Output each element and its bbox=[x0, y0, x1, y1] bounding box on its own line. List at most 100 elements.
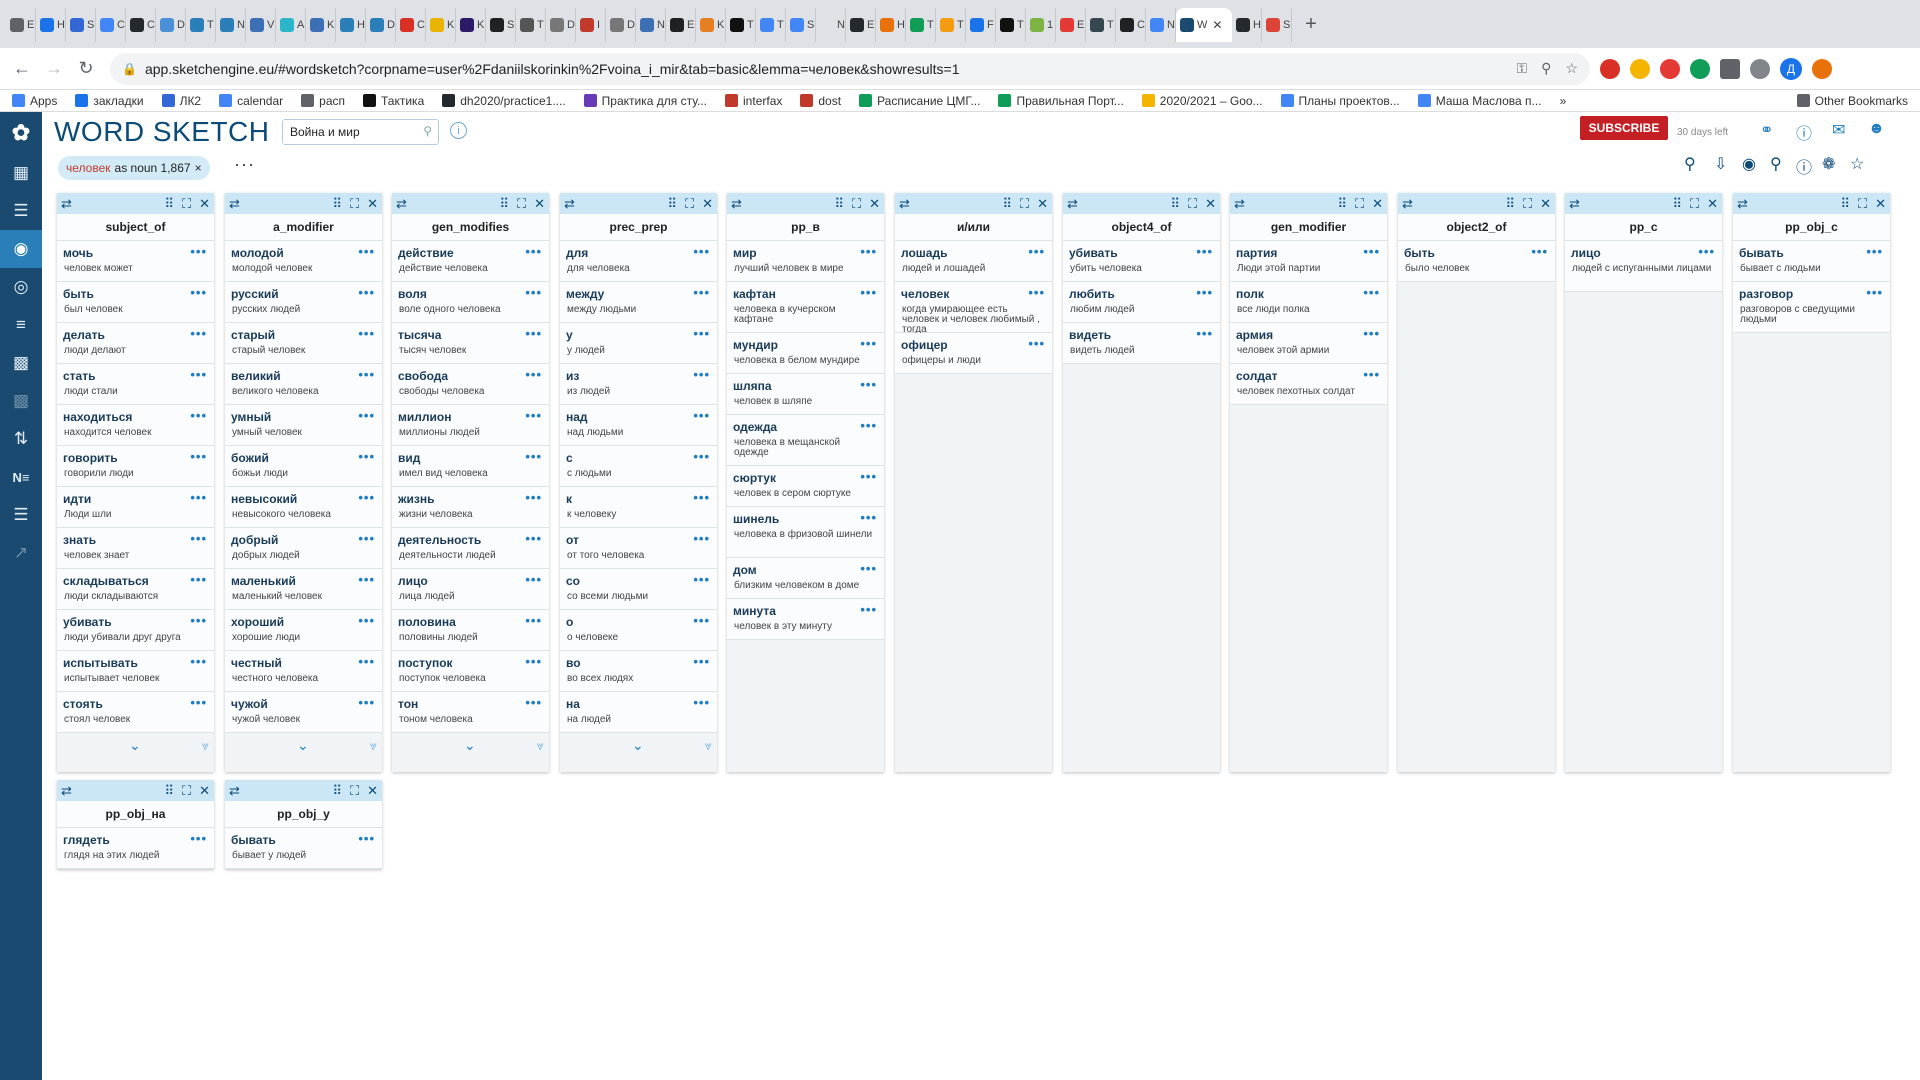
bookmark-item[interactable]: calendar bbox=[219, 94, 283, 108]
collocation-row[interactable]: невысокий невысокого человека ••• bbox=[225, 487, 382, 528]
row-menu-icon[interactable]: ••• bbox=[190, 695, 207, 710]
collocation-row[interactable]: испытывать испытывает человек ••• bbox=[57, 651, 214, 692]
swap-icon[interactable]: ⇄ bbox=[899, 196, 994, 212]
more-options-button[interactable]: ··· bbox=[234, 154, 255, 175]
collocate-word[interactable]: молодой bbox=[231, 246, 375, 260]
collocate-word[interactable]: свобода bbox=[398, 369, 542, 383]
collocate-word[interactable]: лицо bbox=[1571, 246, 1715, 260]
close-icon[interactable]: ✕ bbox=[1212, 18, 1222, 32]
row-menu-icon[interactable]: ••• bbox=[358, 654, 375, 669]
expand-icon[interactable]: ⛶ bbox=[182, 783, 191, 799]
grid-icon[interactable]: ⠿ bbox=[667, 196, 677, 212]
collocation-row[interactable]: великий великого человека ••• bbox=[225, 364, 382, 405]
browser-tab[interactable]: D bbox=[366, 8, 396, 42]
star-icon[interactable]: ☆ bbox=[1565, 60, 1578, 77]
close-icon[interactable]: ✕ bbox=[702, 196, 713, 212]
collocation-row[interactable]: из из людей ••• bbox=[560, 364, 717, 405]
browser-tab[interactable]: K bbox=[306, 8, 336, 42]
bookmark-item[interactable]: interfax bbox=[725, 94, 782, 108]
collocate-word[interactable]: быть bbox=[1404, 246, 1548, 260]
collocation-row[interactable]: стоять стоял человек ••• bbox=[57, 692, 214, 733]
search-icon[interactable]: ⚲ bbox=[423, 124, 432, 138]
expand-icon[interactable]: ⛶ bbox=[1523, 196, 1532, 212]
trends-list-icon[interactable]: ☰ bbox=[0, 496, 42, 534]
expand-icon[interactable]: ⛶ bbox=[1858, 196, 1867, 212]
browser-tab[interactable]: N bbox=[216, 8, 246, 42]
collocate-word[interactable]: шляпа bbox=[733, 379, 877, 393]
close-icon[interactable]: ✕ bbox=[534, 196, 545, 212]
collocate-word[interactable]: на bbox=[566, 697, 710, 711]
collocate-word[interactable]: лошадь bbox=[901, 246, 1045, 260]
swap-icon[interactable]: ⇄ bbox=[1402, 196, 1497, 212]
collocation-row[interactable]: бывать бывает у людей ••• bbox=[225, 828, 382, 869]
collocation-row[interactable]: убивать убить человека ••• bbox=[1063, 241, 1220, 282]
row-menu-icon[interactable]: ••• bbox=[525, 695, 542, 710]
collocation-row[interactable]: офицер офицеры и люди ••• bbox=[895, 333, 1052, 374]
collocation-row[interactable]: партия Люди этой партии ••• bbox=[1230, 241, 1387, 282]
collocation-row[interactable]: шляпа человек в шляпе ••• bbox=[727, 374, 884, 415]
row-menu-icon[interactable]: ••• bbox=[693, 326, 710, 341]
collocate-word[interactable]: находиться bbox=[63, 410, 207, 424]
collocate-word[interactable]: жизнь bbox=[398, 492, 542, 506]
browser-tab[interactable]: I bbox=[576, 8, 606, 42]
wordlist-icon[interactable]: ▩ bbox=[0, 344, 42, 382]
row-menu-icon[interactable]: ••• bbox=[693, 285, 710, 300]
row-menu-icon[interactable]: ••• bbox=[1196, 326, 1213, 341]
collocate-word[interactable]: любить bbox=[1069, 287, 1213, 301]
row-menu-icon[interactable]: ••• bbox=[525, 367, 542, 382]
row-menu-icon[interactable]: ••• bbox=[190, 326, 207, 341]
row-menu-icon[interactable]: ••• bbox=[1698, 244, 1715, 259]
row-menu-icon[interactable]: ••• bbox=[1196, 285, 1213, 300]
swap-icon[interactable]: ⇄ bbox=[229, 783, 324, 799]
grid-icon[interactable]: ⠿ bbox=[332, 196, 342, 212]
help-icon[interactable]: ⓘ bbox=[1796, 120, 1812, 144]
row-menu-icon[interactable]: ••• bbox=[693, 367, 710, 382]
thesaurus-icon[interactable]: ≡ bbox=[0, 306, 42, 344]
collocation-row[interactable]: миллион миллионы людей ••• bbox=[392, 405, 549, 446]
collocation-row[interactable]: бывать бывает с людьми ••• bbox=[1733, 241, 1890, 282]
collocation-row[interactable]: половина половины людей ••• bbox=[392, 610, 549, 651]
bookmark-item[interactable]: Правильная Порт... bbox=[998, 94, 1124, 108]
collocation-row[interactable]: хороший хорошие люди ••• bbox=[225, 610, 382, 651]
bookmark-item[interactable]: Практика для сту... bbox=[583, 94, 707, 108]
close-icon[interactable]: ✕ bbox=[367, 196, 378, 212]
row-menu-icon[interactable]: ••• bbox=[1363, 326, 1380, 341]
collocate-word[interactable]: бывать bbox=[1739, 246, 1883, 260]
row-menu-icon[interactable]: ••• bbox=[693, 654, 710, 669]
collocation-row[interactable]: знать человек знает ••• bbox=[57, 528, 214, 569]
browser-tab[interactable]: K bbox=[456, 8, 486, 42]
close-icon[interactable]: × bbox=[195, 161, 202, 175]
row-menu-icon[interactable]: ••• bbox=[358, 831, 375, 846]
browser-tab[interactable]: E bbox=[6, 8, 36, 42]
row-menu-icon[interactable]: ••• bbox=[358, 449, 375, 464]
row-menu-icon[interactable]: ••• bbox=[525, 572, 542, 587]
bookmark-item[interactable]: dost bbox=[800, 94, 841, 108]
collocate-word[interactable]: испытывать bbox=[63, 656, 207, 670]
collocation-row[interactable]: идти Люди шли ••• bbox=[57, 487, 214, 528]
collocate-word[interactable]: лицо bbox=[398, 574, 542, 588]
collocation-row[interactable]: шинель человека в фризовой шинели ••• bbox=[727, 507, 884, 558]
browser-tab[interactable]: S bbox=[486, 8, 516, 42]
zoom-icon[interactable]: ⚲ bbox=[1541, 60, 1551, 77]
collocate-word[interactable]: чужой bbox=[231, 697, 375, 711]
collocation-row[interactable]: сюртук человек в сером сюртуке ••• bbox=[727, 466, 884, 507]
search-icon[interactable]: ⚲ bbox=[1770, 154, 1782, 174]
collocate-word[interactable]: мир bbox=[733, 246, 877, 260]
collocate-word[interactable]: быть bbox=[63, 287, 207, 301]
collocate-word[interactable]: делать bbox=[63, 328, 207, 342]
browser-tab[interactable]: T bbox=[756, 8, 786, 42]
show-more-icon[interactable]: ⌄ bbox=[632, 737, 644, 754]
ngrams-icon[interactable]: N≡ bbox=[0, 458, 42, 496]
collocation-row[interactable]: складываться люди складываются ••• bbox=[57, 569, 214, 610]
row-menu-icon[interactable]: ••• bbox=[860, 510, 877, 525]
bookmark-item[interactable]: Маша Маслова п... bbox=[1417, 94, 1542, 108]
dashboard-icon[interactable]: ▦ bbox=[0, 154, 42, 192]
collocation-row[interactable]: деятельность деятельности людей ••• bbox=[392, 528, 549, 569]
collocate-word[interactable]: половина bbox=[398, 615, 542, 629]
browser-tab[interactable]: T bbox=[516, 8, 546, 42]
browser-tab[interactable]: D bbox=[606, 8, 636, 42]
query-chip[interactable]: человек as noun 1,867 × bbox=[58, 156, 210, 180]
collocation-row[interactable]: добрый добрых людей ••• bbox=[225, 528, 382, 569]
browser-tab[interactable]: E bbox=[666, 8, 696, 42]
other-bookmarks[interactable]: Other Bookmarks bbox=[1796, 94, 1908, 108]
